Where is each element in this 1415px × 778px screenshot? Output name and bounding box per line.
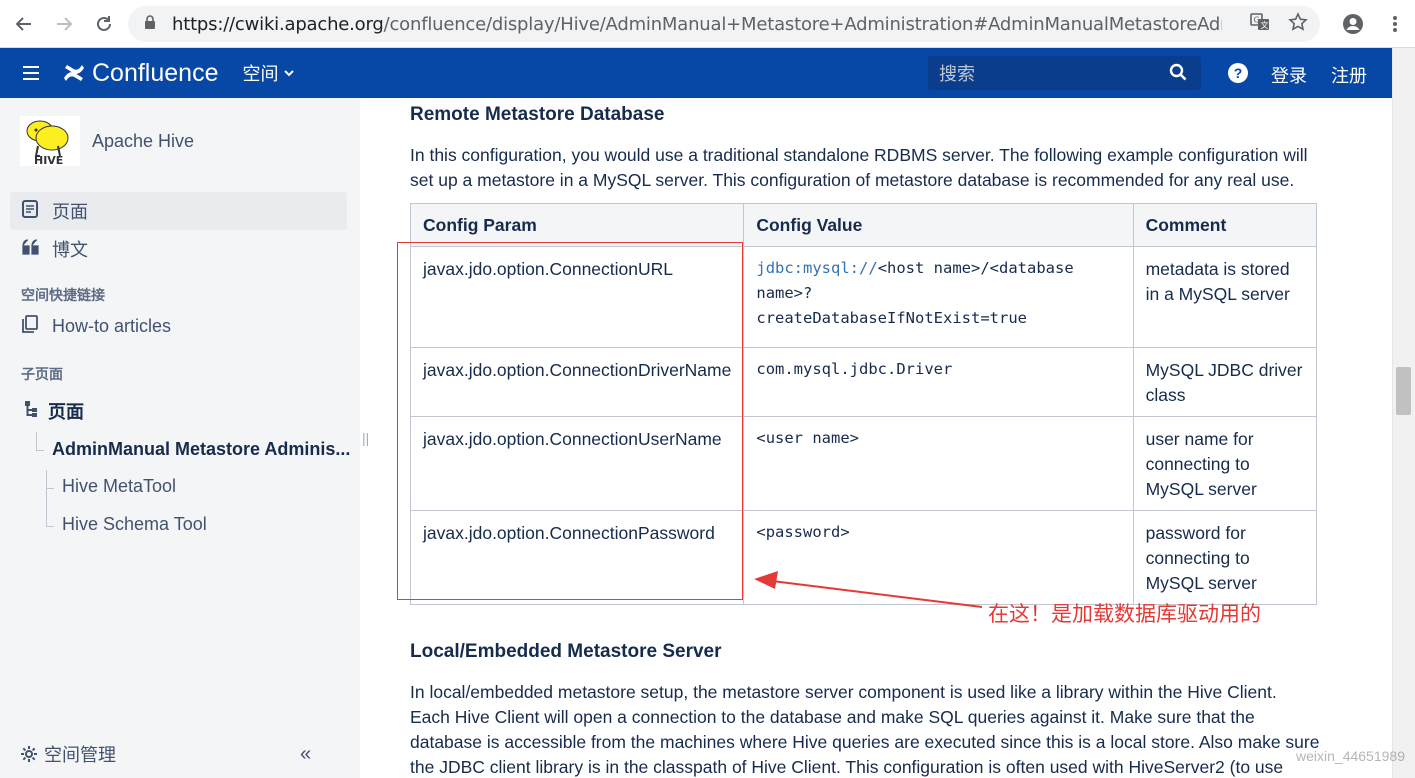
watermark: weixin_44651989 [1296,748,1405,764]
section-heading-local-metastore: Local/Embedded Metastore Server [410,641,722,662]
section-paragraph: In local/embedded metastore setup, the m… [410,682,1320,777]
annotation-text: 在这！是加载数据库驱动用的 [988,602,1261,626]
page-scrollbar[interactable] [1392,48,1415,778]
scrollbar-thumb[interactable] [1396,367,1411,415]
